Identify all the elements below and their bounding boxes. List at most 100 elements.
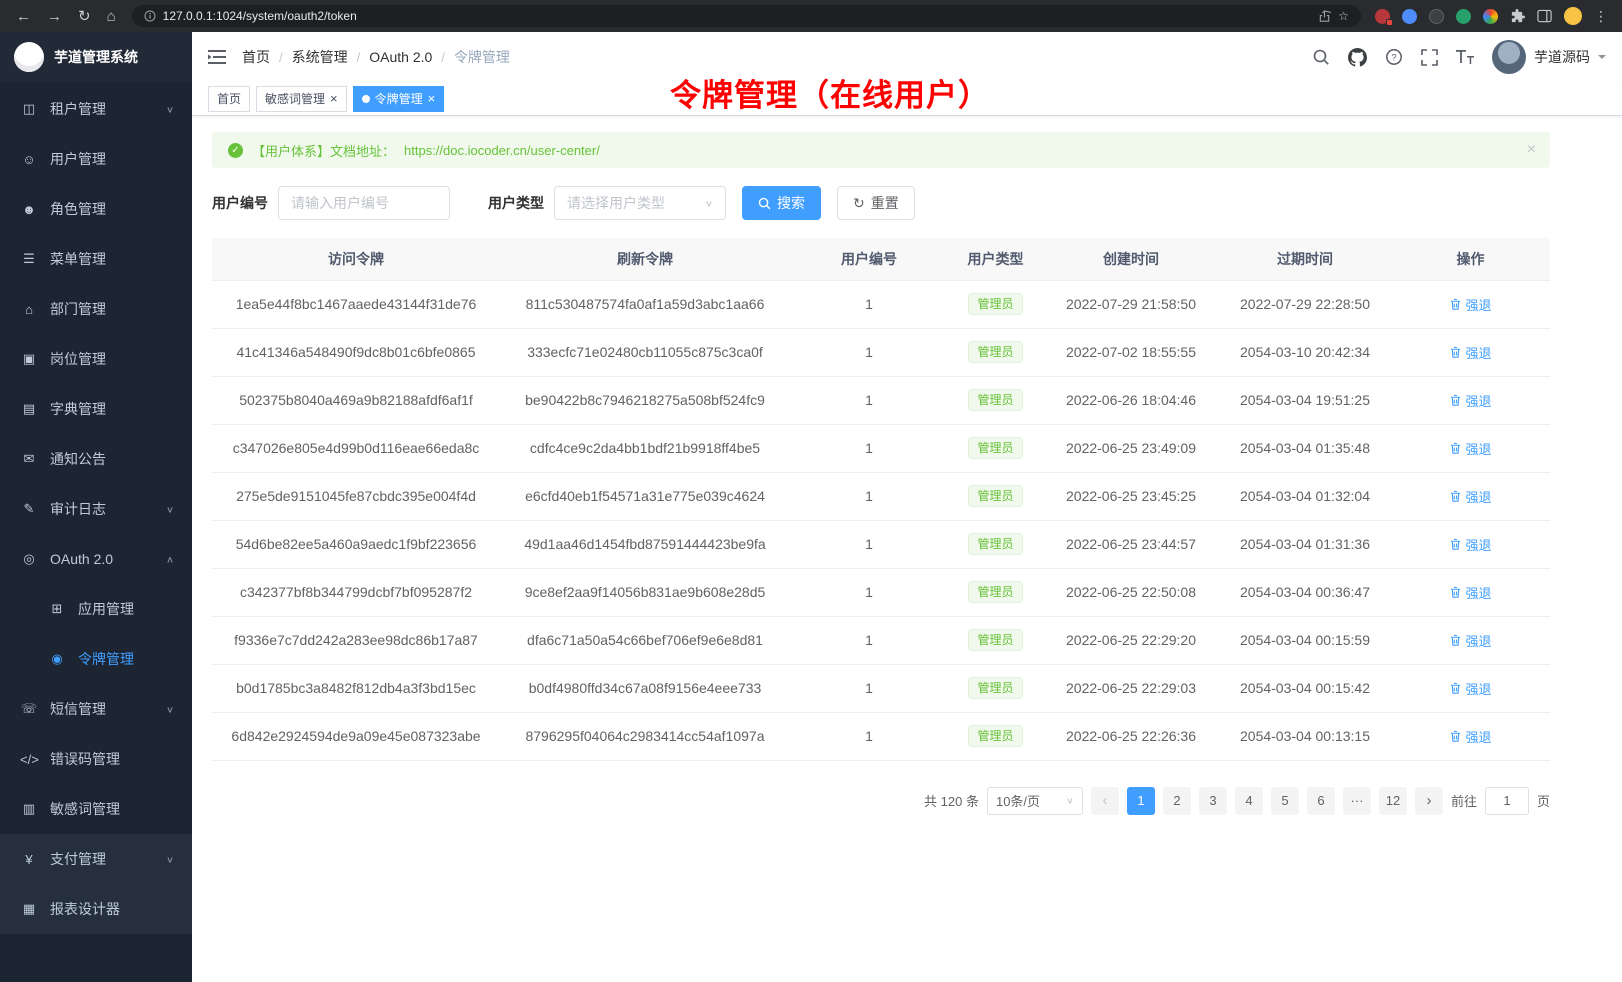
sidebar-item-notice[interactable]: ✉ 通知公告 [0, 434, 192, 484]
user-type-badge: 管理员 [968, 533, 1022, 555]
app-logo-row[interactable]: 芋道管理系统 [0, 32, 192, 82]
extension-icon-3[interactable] [1429, 9, 1444, 24]
force-logout-button[interactable]: 强退 [1449, 343, 1491, 362]
browser-forward-button[interactable]: → [47, 9, 62, 24]
sidebar-item-tenant[interactable]: ◫ 租户管理 ∨ [0, 84, 192, 134]
actions-cell: 强退 [1391, 616, 1550, 664]
bookmark-star-icon[interactable]: ☆ [1338, 10, 1349, 22]
force-logout-label: 强退 [1465, 391, 1491, 410]
search-button[interactable]: 搜索 [742, 186, 821, 220]
user-id-input[interactable] [278, 186, 450, 220]
actions-cell: 强退 [1391, 424, 1550, 472]
sidebar-item-menu[interactable]: ☰ 菜单管理 [0, 234, 192, 284]
github-icon[interactable] [1348, 48, 1367, 67]
help-icon[interactable]: ? [1385, 48, 1403, 66]
extension-icon-2[interactable] [1402, 9, 1417, 24]
delete-icon [1449, 682, 1462, 695]
page-size-select[interactable]: 10条/页 ∨ [987, 787, 1083, 815]
force-logout-label: 强退 [1465, 487, 1491, 506]
doc-link[interactable]: https://doc.iocoder.cn/user-center/ [404, 143, 600, 158]
menu-item-label: 字典管理 [50, 399, 106, 419]
sidebar-item-user[interactable]: ☺ 用户管理 [0, 134, 192, 184]
sidebar-item-error-code[interactable]: </> 错误码管理 [0, 734, 192, 784]
caret-down-icon [1598, 55, 1606, 63]
page-button[interactable]: 3 [1199, 787, 1227, 815]
reset-button[interactable]: ↻ 重置 [837, 186, 915, 220]
side-panel-icon[interactable] [1537, 9, 1552, 23]
user-id-cell: 1 [790, 376, 948, 424]
browser-profile-avatar[interactable] [1564, 7, 1582, 25]
fullscreen-icon[interactable] [1421, 49, 1438, 66]
tab-token[interactable]: 令牌管理 × [353, 86, 445, 112]
sidebar-item-post[interactable]: ▣ 岗位管理 [0, 334, 192, 384]
force-logout-button[interactable]: 强退 [1449, 535, 1491, 554]
page-button[interactable]: 2 [1163, 787, 1191, 815]
department-icon: ⌂ [20, 302, 38, 317]
table-row: 6d842e2924594de9a09e45e087323abe 8796295… [212, 712, 1550, 760]
next-page-button[interactable]: › [1415, 787, 1443, 815]
role-icon: ☻ [20, 202, 38, 217]
tab-close-icon[interactable]: × [330, 92, 338, 105]
browser-reload-button[interactable]: ↻ [78, 9, 91, 24]
extension-icon-1[interactable] [1375, 9, 1390, 24]
user-menu[interactable]: 芋道源码 [1492, 40, 1606, 74]
page-button[interactable]: 12 [1379, 787, 1407, 815]
expire-time-cell: 2054-03-04 00:15:59 [1219, 616, 1391, 664]
page-button[interactable]: 6 [1307, 787, 1335, 815]
sidebar-item-dictionary[interactable]: ▤ 字典管理 [0, 384, 192, 434]
sidebar-item-oauth2[interactable]: ◎ OAuth 2.0 ∧ [0, 534, 192, 584]
force-logout-button[interactable]: 强退 [1449, 487, 1491, 506]
force-logout-button[interactable]: 强退 [1449, 631, 1491, 650]
sidebar-item-role[interactable]: ☻ 角色管理 [0, 184, 192, 234]
sidebar-item-sensitive-word[interactable]: ▥ 敏感词管理 [0, 784, 192, 834]
sidebar-item-sms[interactable]: ☏ 短信管理 ∨ [0, 684, 192, 734]
extension-icon-5[interactable] [1483, 9, 1498, 24]
force-logout-button[interactable]: 强退 [1449, 439, 1491, 458]
sms-icon: ☏ [20, 701, 38, 717]
tab-sensitive-word[interactable]: 敏感词管理 × [256, 86, 347, 112]
page-ellipsis-button[interactable]: ··· [1343, 787, 1371, 815]
sidebar-item-audit-log[interactable]: ✎ 审计日志 ∨ [0, 484, 192, 534]
tab-home[interactable]: 首页 [208, 86, 250, 112]
search-icon[interactable] [1312, 48, 1330, 66]
force-logout-button[interactable]: 强退 [1449, 295, 1491, 314]
browser-home-button[interactable]: ⌂ [107, 9, 116, 24]
browser-menu-icon[interactable]: ⋮ [1594, 8, 1608, 25]
prev-page-button[interactable]: ‹ [1091, 787, 1119, 815]
share-icon[interactable] [1318, 10, 1331, 23]
sidebar-item-oauth2-application[interactable]: ⊞ 应用管理 [0, 584, 192, 634]
create-time-cell: 2022-06-25 22:29:03 [1043, 664, 1219, 712]
sidebar-item-department[interactable]: ⌂ 部门管理 [0, 284, 192, 334]
breadcrumb-item-system[interactable]: 系统管理 [292, 47, 348, 67]
font-size-icon[interactable] [1456, 50, 1474, 65]
page-button[interactable]: 1 [1127, 787, 1155, 815]
sidebar-item-report-designer[interactable]: ▦ 报表设计器 [0, 884, 192, 934]
sidebar-toggle-icon[interactable] [208, 49, 226, 65]
sidebar: 芋道管理系统 ◫ 租户管理 ∨ ☺ 用户管理 ☻ 角色管理 ☰ 菜单管理 ⌂ 部… [0, 32, 192, 982]
tab-close-icon[interactable]: × [428, 92, 436, 105]
address-bar[interactable]: 127.0.0.1:1024/system/oauth2/token ☆ [132, 5, 1361, 27]
force-logout-button[interactable]: 强退 [1449, 583, 1491, 602]
goto-page-input[interactable] [1485, 787, 1529, 815]
extension-icon-4[interactable] [1456, 9, 1471, 24]
menu-item-label: 用户管理 [50, 149, 106, 169]
force-logout-button[interactable]: 强退 [1449, 679, 1491, 698]
page-button[interactable]: 4 [1235, 787, 1263, 815]
force-logout-button[interactable]: 强退 [1449, 391, 1491, 410]
breadcrumb-item-home[interactable]: 首页 [242, 47, 270, 67]
breadcrumb-item-oauth2[interactable]: OAuth 2.0 [369, 49, 432, 65]
force-logout-button[interactable]: 强退 [1449, 727, 1491, 746]
sidebar-item-payment[interactable]: ¥ 支付管理 ∨ [0, 834, 192, 884]
extensions-puzzle-icon[interactable] [1510, 9, 1525, 24]
alert-close-icon[interactable]: × [1527, 141, 1536, 159]
browser-back-button[interactable]: ← [16, 9, 31, 24]
column-header: 用户类型 [948, 238, 1043, 280]
column-header: 用户编号 [790, 238, 948, 280]
page-info-icon[interactable] [144, 10, 156, 22]
user-type-select[interactable]: 请选择用户类型 ∨ [554, 186, 726, 220]
delete-icon [1449, 346, 1462, 359]
page-button[interactable]: 5 [1271, 787, 1299, 815]
sidebar-item-oauth2-token[interactable]: ◉ 令牌管理 [0, 634, 192, 684]
user-type-cell: 管理员 [948, 568, 1043, 616]
breadcrumb-separator: / [279, 50, 283, 65]
